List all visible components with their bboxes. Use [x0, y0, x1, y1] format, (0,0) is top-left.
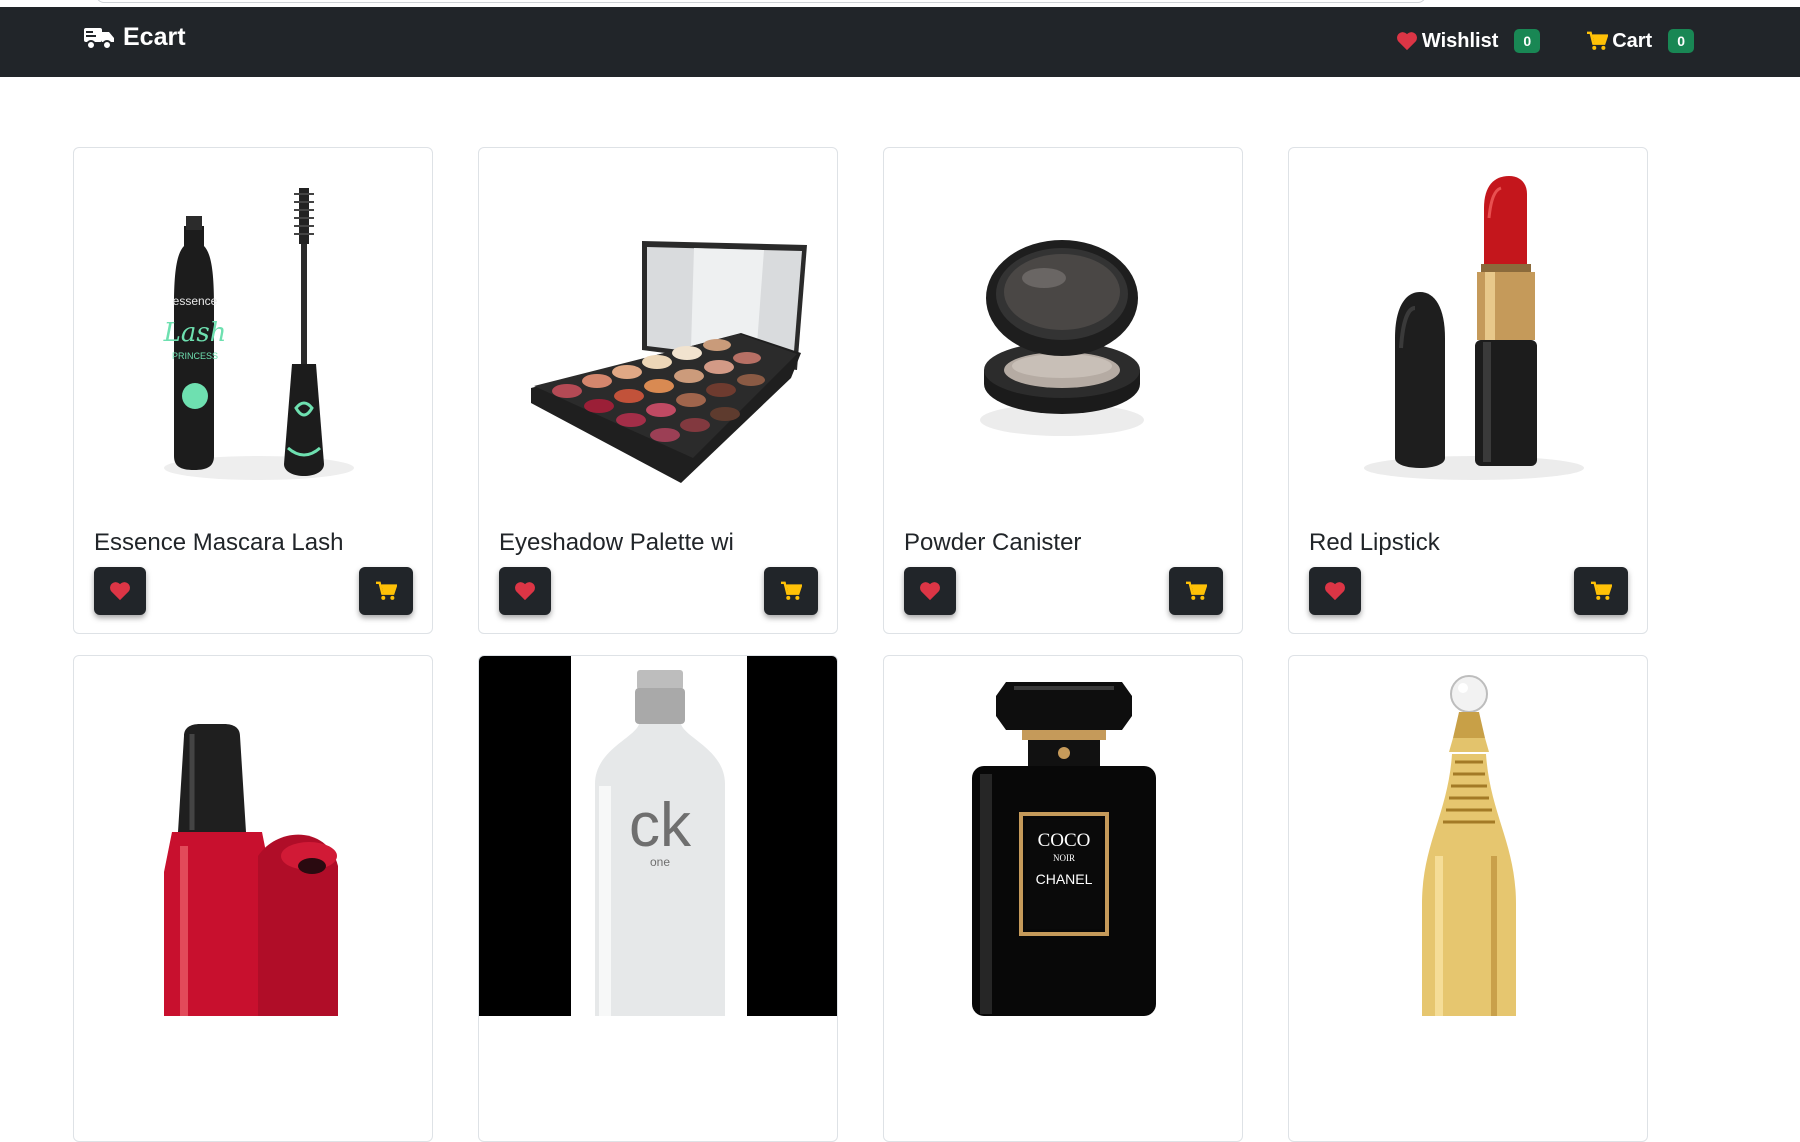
product-card: Powder Canister	[883, 147, 1243, 634]
product-image-red-nail-polish[interactable]	[74, 656, 432, 1016]
brand-name: Ecart	[123, 23, 186, 51]
add-to-wishlist-button[interactable]	[499, 567, 551, 615]
cart-count-badge: 0	[1668, 29, 1694, 53]
product-card	[1288, 655, 1648, 1142]
product-image-coco-noir-perfume[interactable]: COCO NOIR CHANEL	[884, 656, 1242, 1016]
cart-icon	[1591, 581, 1612, 600]
heart-icon	[515, 582, 535, 601]
coco-line2-text: NOIR	[1053, 853, 1075, 863]
product-card: Red Lipstick	[1288, 147, 1648, 634]
wishlist-label: Wishlist	[1421, 29, 1499, 52]
add-to-cart-button[interactable]	[359, 567, 413, 615]
truck-icon	[84, 27, 114, 50]
brand-link[interactable]: Ecart	[83, 23, 186, 52]
coco-line1-text: COCO	[1038, 830, 1091, 851]
wishlist-count-badge: 0	[1514, 29, 1541, 53]
heart-icon	[1325, 582, 1345, 601]
product-image-powder-canister[interactable]	[884, 148, 1242, 508]
product-image-eyeshadow-palette[interactable]	[479, 148, 837, 508]
mascara-brand-text: essence	[173, 294, 218, 308]
heart-icon	[110, 582, 130, 601]
product-image-jadore-perfume[interactable]	[1289, 656, 1647, 1016]
browser-edge	[96, 0, 1426, 3]
cart-icon	[1587, 31, 1609, 50]
add-to-cart-button[interactable]	[1169, 567, 1223, 615]
product-title: Eyeshadow Palette wi	[499, 529, 734, 556]
cart-label: Cart	[1612, 29, 1653, 52]
add-to-wishlist-button[interactable]	[904, 567, 956, 615]
mascara-sub-text: PRINCESS	[172, 351, 218, 361]
coco-line3-text: CHANEL	[1036, 871, 1093, 887]
mascara-name-text: Lash	[163, 318, 227, 348]
nav-right: Wishlist 0 Cart 0	[1396, 29, 1694, 53]
add-to-cart-button[interactable]	[764, 567, 818, 615]
cart-icon	[781, 581, 802, 600]
top-strip	[0, 0, 1800, 7]
ck-logo-text: ck	[629, 791, 692, 860]
add-to-wishlist-button[interactable]	[94, 567, 146, 615]
heart-icon	[920, 582, 940, 601]
product-grid: essence Lash PRINCESS Essence Mascara La…	[73, 147, 1648, 1142]
cart-icon	[1186, 581, 1207, 600]
product-title: Red Lipstick	[1309, 529, 1440, 556]
add-to-cart-button[interactable]	[1574, 567, 1628, 615]
product-image-red-lipstick[interactable]	[1289, 148, 1647, 508]
heart-icon	[1396, 32, 1417, 51]
product-card: essence Lash PRINCESS Essence Mascara La…	[73, 147, 433, 634]
cart-icon	[376, 581, 397, 600]
wishlist-link[interactable]: Wishlist 0	[1396, 29, 1541, 53]
product-title: Essence Mascara Lash	[94, 529, 344, 556]
product-card	[73, 655, 433, 1142]
product-card: COCO NOIR CHANEL	[883, 655, 1243, 1142]
ck-sub-text: one	[650, 855, 670, 869]
navbar: Ecart Wishlist 0 Cart 0	[0, 7, 1800, 77]
product-image-ck-one-perfume[interactable]: ck one	[479, 656, 837, 1016]
cart-link[interactable]: Cart 0	[1586, 29, 1694, 53]
product-card: ck one	[478, 655, 838, 1142]
product-image-mascara[interactable]: essence Lash PRINCESS	[74, 148, 432, 508]
add-to-wishlist-button[interactable]	[1309, 567, 1361, 615]
product-card: Eyeshadow Palette wi	[478, 147, 838, 634]
product-title: Powder Canister	[904, 529, 1082, 556]
